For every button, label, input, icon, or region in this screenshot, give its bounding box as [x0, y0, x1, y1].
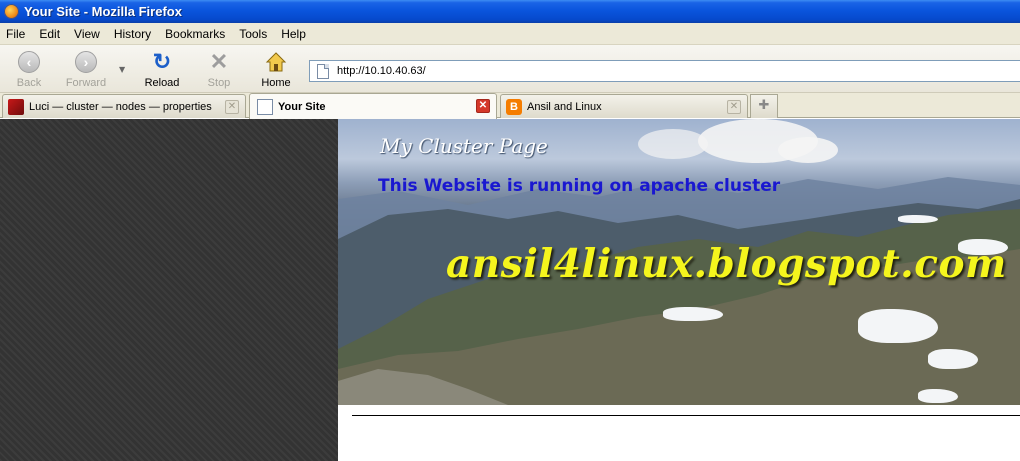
- window-title: Your Site - Mozilla Firefox: [24, 4, 182, 19]
- back-label: Back: [16, 77, 42, 89]
- tab-your-site[interactable]: Your Site ✕: [249, 93, 497, 119]
- address-url: http://10.10.40.63/: [337, 65, 426, 77]
- menu-file[interactable]: File: [0, 27, 32, 41]
- snow-patch: [898, 215, 938, 223]
- forward-button[interactable]: › Forward: [58, 51, 114, 91]
- tab-bar: Luci — cluster — nodes — properties ✕ Yo…: [0, 93, 1020, 119]
- reload-label: Reload: [144, 77, 180, 89]
- close-tab-icon[interactable]: ✕: [476, 99, 490, 113]
- home-icon: [265, 51, 287, 76]
- snow-patch: [663, 307, 723, 321]
- menu-view[interactable]: View: [67, 27, 107, 41]
- new-tab-button[interactable]: ✚: [750, 94, 778, 118]
- back-button[interactable]: ‹ Back: [1, 51, 57, 91]
- tab-label: Ansil and Linux: [527, 100, 602, 113]
- tab-ansil-and-linux[interactable]: B Ansil and Linux ✕: [500, 94, 748, 118]
- tab-label: Your Site: [278, 100, 326, 113]
- blogger-favicon-icon: B: [506, 98, 522, 115]
- title-bar: Your Site - Mozilla Firefox: [0, 0, 1020, 23]
- tab-luci[interactable]: Luci — cluster — nodes — properties ✕: [2, 94, 246, 118]
- reload-icon: ↻: [152, 49, 172, 74]
- stop-button[interactable]: ✕ Stop: [191, 51, 247, 91]
- menu-edit[interactable]: Edit: [32, 27, 67, 41]
- menu-bar: File Edit View History Bookmarks Tools H…: [0, 23, 1020, 45]
- blog-url-watermark: ansil4linux.blogspot.com: [446, 241, 1007, 287]
- home-button[interactable]: Home: [248, 51, 304, 91]
- snow-patch: [918, 389, 958, 403]
- forward-label: Forward: [65, 77, 107, 89]
- horizontal-rule: [352, 415, 1020, 416]
- snow-patch: [928, 349, 978, 369]
- snow-patch: [858, 309, 938, 343]
- menu-tools[interactable]: Tools: [232, 27, 274, 41]
- page-content: My Cluster Page This Website is running …: [0, 119, 1020, 461]
- tab-label: Luci — cluster — nodes — properties: [29, 100, 212, 113]
- menu-history[interactable]: History: [107, 27, 158, 41]
- back-arrow-icon: ‹: [18, 51, 40, 73]
- firefox-icon: [4, 4, 19, 19]
- forward-arrow-icon: ›: [75, 51, 97, 73]
- menu-help[interactable]: Help: [274, 27, 313, 41]
- page-favicon-icon: [257, 98, 273, 115]
- stop-icon: ✕: [209, 49, 229, 74]
- stop-label: Stop: [207, 77, 231, 89]
- reload-button[interactable]: ↻ Reload: [134, 51, 190, 91]
- luci-favicon-icon: [8, 98, 24, 115]
- site-subtitle: My Cluster Page: [380, 134, 548, 158]
- banner-image: My Cluster Page This Website is running …: [338, 119, 1020, 405]
- close-tab-icon[interactable]: ✕: [225, 100, 239, 114]
- left-pattern-pane: [0, 119, 338, 461]
- history-dropdown-icon[interactable]: ▼: [119, 65, 125, 74]
- menu-bookmarks[interactable]: Bookmarks: [158, 27, 232, 41]
- home-label: Home: [261, 77, 291, 89]
- address-bar[interactable]: http://10.10.40.63/: [309, 60, 1020, 82]
- page-icon: [317, 63, 329, 79]
- navigation-toolbar: ‹ Back › Forward ▼ ↻ Reload ✕ Stop Home …: [0, 45, 1020, 93]
- site-heading: This Website is running on apache cluste…: [378, 176, 781, 196]
- close-tab-icon[interactable]: ✕: [727, 100, 741, 114]
